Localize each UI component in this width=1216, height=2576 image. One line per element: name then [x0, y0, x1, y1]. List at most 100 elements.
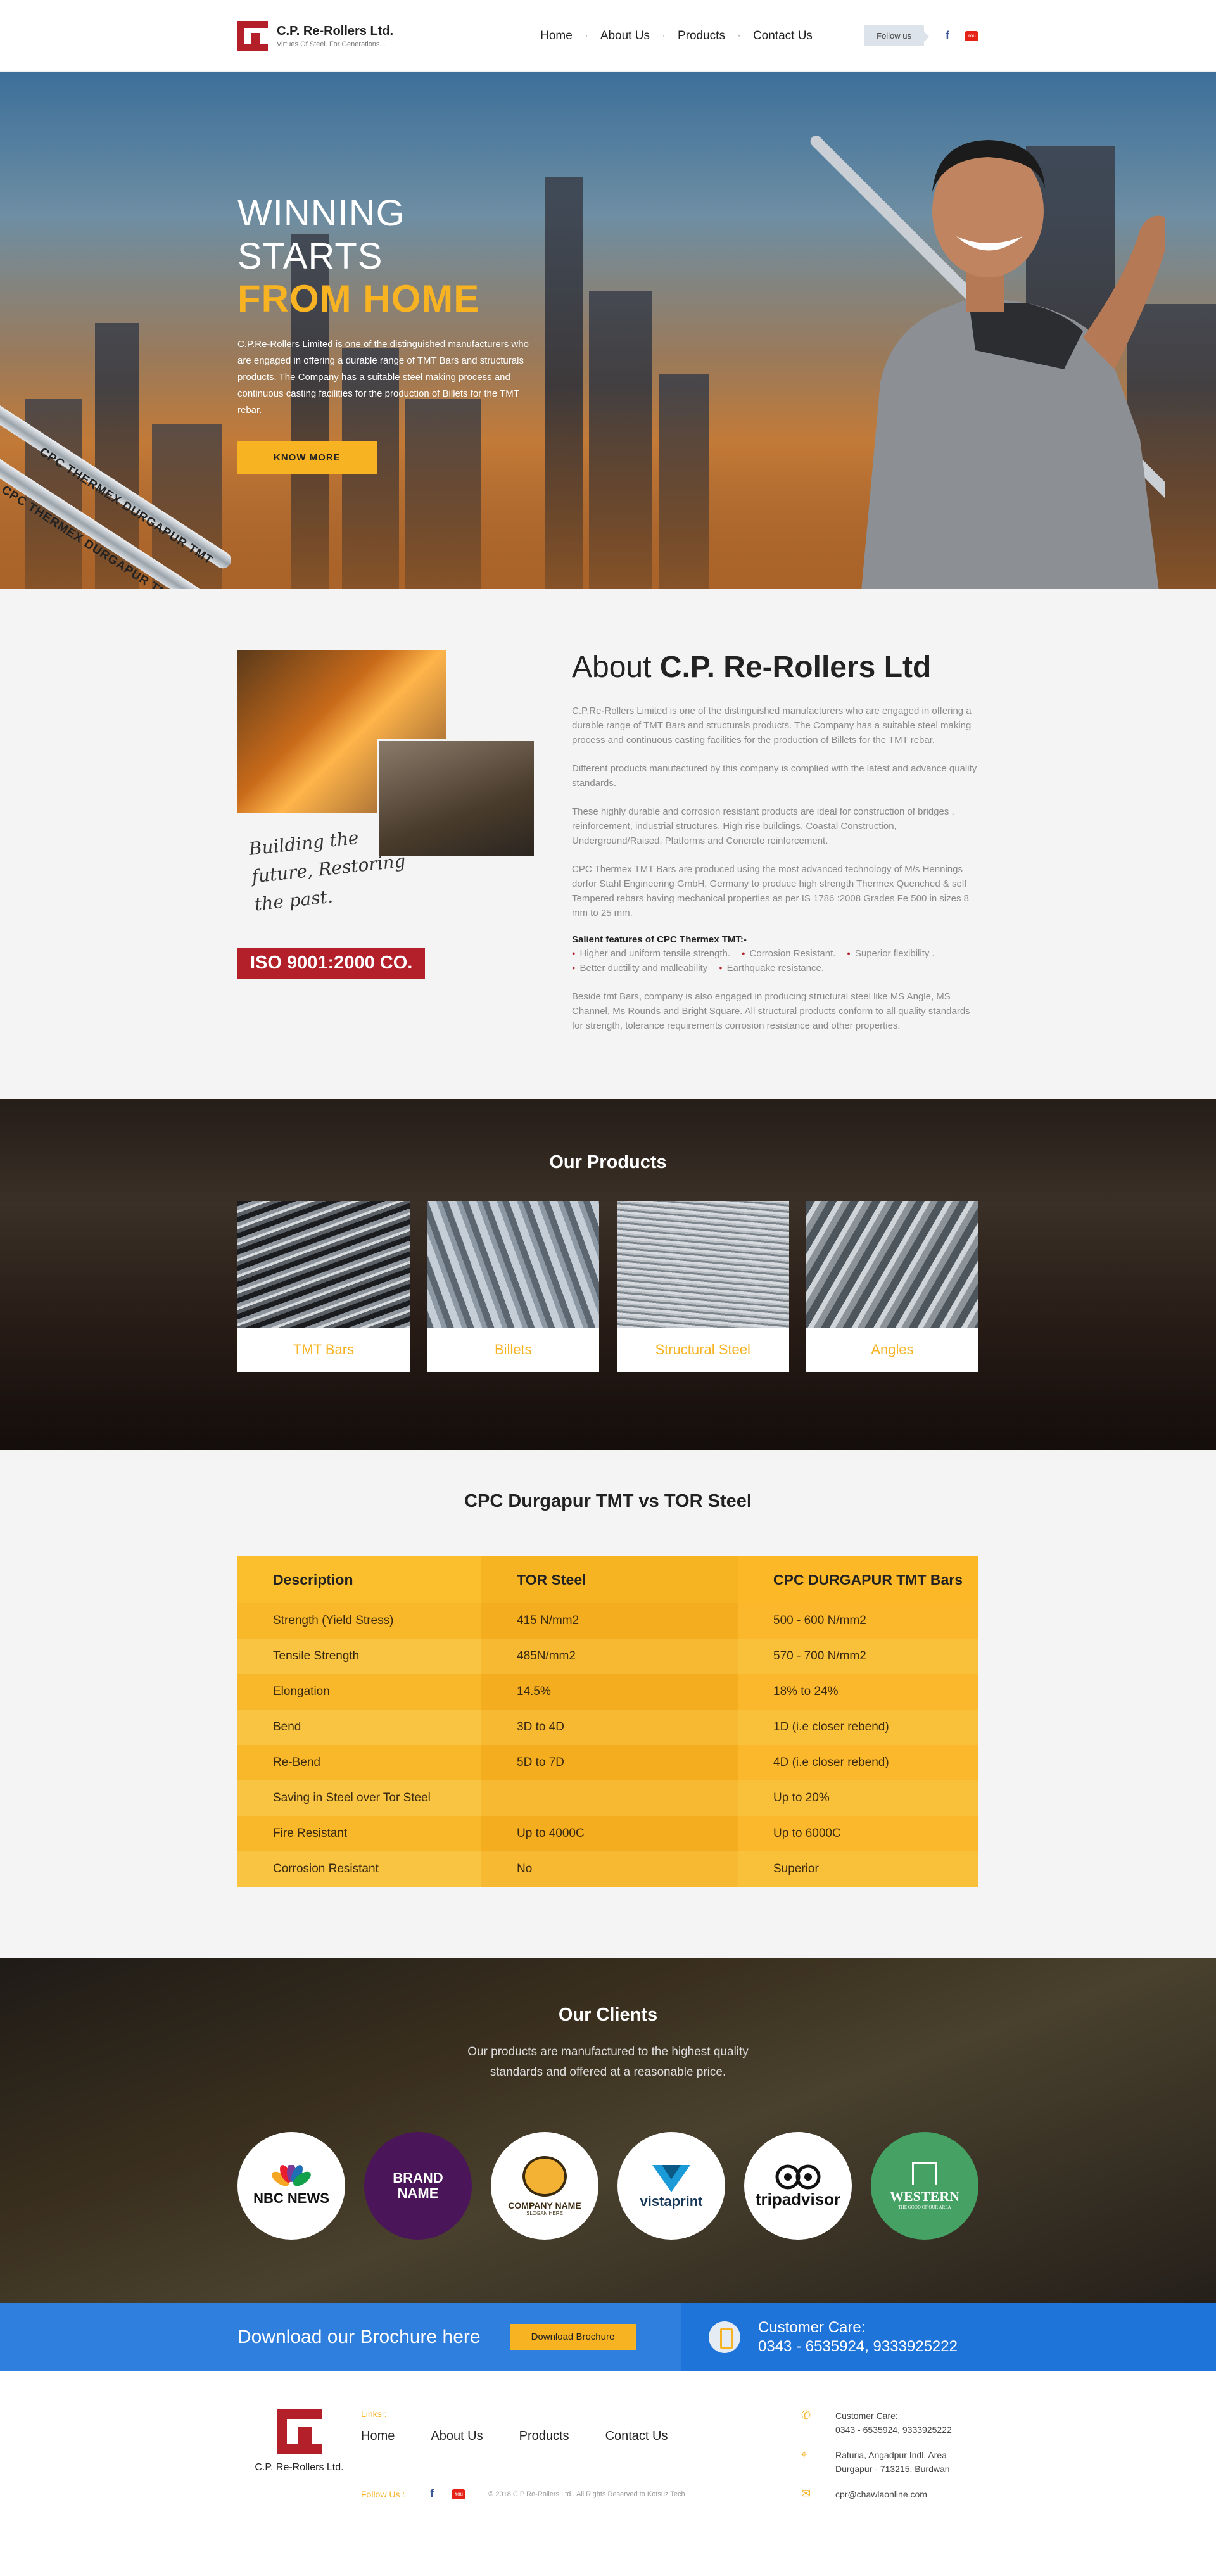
know-more-button[interactable]: KNOW MORE [238, 441, 377, 474]
table-cell: 3D to 4D [481, 1710, 738, 1745]
column-header: CPC DURGAPUR TMT Bars [738, 1556, 978, 1603]
table-cell: Saving in Steel over Tor Steel [238, 1780, 481, 1816]
table-cell: Fire Resistant [238, 1816, 481, 1851]
table-row: Tensile Strength 485N/mm2 570 - 700 N/mm2 [238, 1639, 978, 1674]
footer-care-numbers[interactable]: 0343 - 6535924, 9333925222 [835, 2423, 952, 2437]
links-heading: Links : [361, 2409, 387, 2419]
table-cell: Bend [238, 1710, 481, 1745]
product-label: Structural Steel [616, 1328, 789, 1372]
footer-care-label: Customer Care: [835, 2411, 898, 2421]
footer-follow-label: Follow Us : [361, 2489, 405, 2499]
nbc-news-logo[interactable]: NBC NEWS [238, 2132, 345, 2240]
footer-link-contact[interactable]: Contact Us [605, 2429, 668, 2444]
building-icon [912, 2162, 937, 2185]
table-row: Corrosion Resistant No Superior [238, 1851, 978, 1887]
hero-heading-line2: FROM HOME [238, 277, 480, 320]
footer-email[interactable]: cpr@chawlaonline.com [835, 2487, 927, 2501]
footer-link-products[interactable]: Products [519, 2429, 569, 2444]
table-header-row: Description TOR Steel CPC DURGAPUR TMT B… [238, 1556, 978, 1603]
vistaprint-logo[interactable]: vistaprint [618, 2132, 725, 2240]
table-cell: 4D (i.e closer rebend) [738, 1745, 978, 1780]
tripadvisor-logo[interactable]: tripadvisor [744, 2132, 852, 2240]
comparison-title: CPC Durgapur TMT vs TOR Steel [464, 1491, 752, 1511]
monkey-icon [522, 2155, 567, 2197]
billets-image [427, 1201, 600, 1328]
feature-item: Better ductility and malleability [572, 963, 707, 974]
about-section: Building the future, Restoring the past.… [0, 589, 1216, 1099]
email-icon: ✉ [801, 2487, 811, 2500]
table-cell [481, 1780, 738, 1816]
salient-features-list: Higher and uniform tensile strength. Corr… [572, 946, 978, 975]
hero-description: C.P.Re-Rollers Limited is one of the dis… [238, 339, 529, 416]
hero-banner: CPC THERMEX DURGAPUR TMT CPC THERMEX DUR… [0, 72, 1216, 589]
nav-products[interactable]: Products [662, 29, 739, 43]
comparison-section: CPC Durgapur TMT vs TOR Steel Descriptio… [0, 1450, 1216, 1958]
main-nav: Home About Us Products Contact Us [526, 29, 826, 43]
table-cell: 415 N/mm2 [481, 1603, 738, 1639]
product-card-billets[interactable]: Billets [427, 1201, 600, 1372]
about-title: About C.P. Re-Rollers Ltd [572, 650, 932, 684]
table-row: Bend 3D to 4D 1D (i.e closer rebend) [238, 1710, 978, 1745]
site-header: C.P. Re-Rollers Ltd. Virtues Of Steel. F… [0, 0, 1216, 72]
youtube-icon[interactable]: You Tube [965, 30, 978, 49]
table-cell: Corrosion Resistant [238, 1851, 481, 1887]
footer-address-line: Raturia, Angadpur Indl. Area [835, 2450, 947, 2460]
nav-about[interactable]: About Us [585, 29, 664, 43]
follow-us-label: Follow us [864, 25, 929, 46]
table-cell: Up to 4000C [481, 1816, 738, 1851]
footer-link-home[interactable]: Home [361, 2429, 395, 2444]
company-name-logo[interactable]: COMPANY NAME SLOGAN HERE [491, 2132, 598, 2240]
facebook-icon[interactable]: f [430, 2487, 434, 2501]
clients-subtitle: Our products are manufactured to the hig… [467, 2045, 749, 2079]
table-cell: 5D to 7D [481, 1745, 738, 1780]
brand-name: C.P. Re-Rollers Ltd. [277, 23, 394, 38]
table-cell: 18% to 24% [738, 1674, 978, 1710]
structural-steel-image [616, 1201, 789, 1328]
facebook-icon[interactable]: f [946, 29, 949, 42]
brand-tagline: Virtues Of Steel. For Generations... [277, 40, 386, 48]
footer-nav: Home About Us Products Contact Us [361, 2429, 709, 2459]
table-cell: 14.5% [481, 1674, 738, 1710]
product-card-angles[interactable]: Angles [806, 1201, 978, 1372]
nav-home[interactable]: Home [526, 29, 586, 43]
table-cell: Re-Bend [238, 1745, 481, 1780]
table-row: Fire Resistant Up to 4000C Up to 6000C [238, 1816, 978, 1851]
footer-link-about[interactable]: About Us [431, 2429, 483, 2444]
hero-model-image [810, 136, 1165, 589]
clients-title: Our Clients [558, 2005, 658, 2025]
product-label: Angles [806, 1328, 978, 1372]
table-row: Strength (Yield Stress) 415 N/mm2 500 - 60… [238, 1603, 978, 1639]
phone-icon: ✆ [801, 2409, 811, 2421]
youtube-icon[interactable]: You Tube [452, 2489, 466, 2507]
customer-care-label: Customer Care: [758, 2318, 866, 2336]
product-card-tmt[interactable]: TMT Bars [238, 1201, 410, 1372]
table-row: Saving in Steel over Tor Steel Up to 20% [238, 1780, 978, 1816]
site-logo[interactable]: C.P. Re-Rollers Ltd. Virtues Of Steel. F… [238, 20, 394, 51]
about-paragraph: C.P.Re-Rollers Limited is one of the dis… [572, 706, 972, 746]
logo-mark-icon [238, 20, 268, 51]
footer-logo[interactable]: C.P. Re-Rollers Ltd. [238, 2409, 361, 2513]
feature-item: Earthquake resistance. [719, 963, 824, 974]
column-header: Description [238, 1556, 481, 1603]
brand-name-logo[interactable]: BRAND NAME [364, 2132, 472, 2240]
nav-contact[interactable]: Contact Us [737, 29, 826, 43]
owl-icon [775, 2164, 821, 2189]
table-cell: Up to 6000C [738, 1816, 978, 1851]
feature-item: Superior flexibility . [847, 948, 934, 959]
column-header: TOR Steel [481, 1556, 738, 1603]
about-paragraph: These highly durable and corrosion resis… [572, 806, 954, 846]
tmt-bars-image [238, 1201, 410, 1328]
brochure-bar: Download our Brochure here Download Broc… [0, 2303, 1216, 2371]
products-section: Our Products TMT Bars Billets Structural… [0, 1099, 1216, 1450]
vistaprint-icon [652, 2165, 690, 2192]
about-paragraph: CPC Thermex TMT Bars are produced using … [572, 864, 970, 918]
table-cell: Tensile Strength [238, 1639, 481, 1674]
product-card-structural[interactable]: Structural Steel [616, 1201, 789, 1372]
iso-badge: ISO 9001:2000 CO. [238, 948, 426, 979]
customer-care-numbers[interactable]: 0343 - 6535924, 9333925222 [758, 2338, 958, 2356]
download-brochure-button[interactable]: Download Brochure [509, 2324, 636, 2350]
peacock-icon [272, 2165, 311, 2186]
about-paragraph: Different products manufactured by this … [572, 763, 977, 789]
comparison-table: Description TOR Steel CPC DURGAPUR TMT B… [238, 1556, 978, 1887]
western-logo[interactable]: WESTERN THE GOOD OF OUR AREA [871, 2132, 978, 2240]
